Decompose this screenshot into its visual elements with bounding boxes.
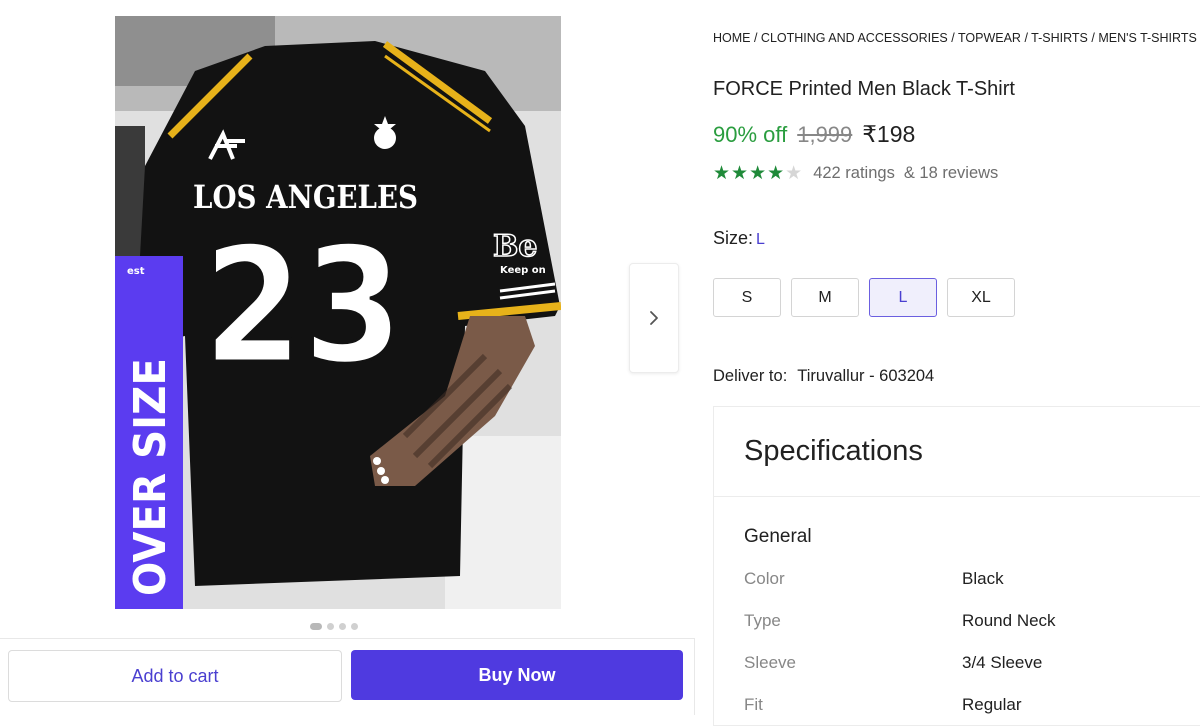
carousel-dot[interactable] [327,623,334,630]
breadcrumb-item-home[interactable]: HOME [713,31,751,45]
deliver-to-label: Deliver to: [713,367,788,385]
size-option-m[interactable]: M [791,278,859,317]
sleeve-subtext: Keep on [500,265,546,276]
price-row: 90% off 1,999 ₹198 [713,121,915,148]
divider [714,496,1200,497]
spec-value: Regular [962,695,1022,714]
next-image-button[interactable] [629,263,679,373]
star-rating-icon: ★★★★★ [713,163,804,184]
chevron-right-icon [650,311,658,325]
ratings-count: 422 ratings [813,164,895,182]
rating-row[interactable]: ★★★★★ 422 ratings & 18 reviews [713,162,998,185]
left-sleeve-text: est [127,266,145,277]
discount-badge: 90% off [713,122,788,147]
delivery-row[interactable]: Deliver to: Tiruvallur - 603204 [713,367,934,386]
spec-key: Sleeve [744,653,796,672]
add-to-cart-button[interactable]: Add to cart [8,650,342,702]
product-title: FORCE Printed Men Black T-Shirt [713,78,1015,100]
breadcrumb-item-clothing[interactable]: CLOTHING AND ACCESSORIES [761,31,948,45]
size-option-xl[interactable]: XL [947,278,1015,317]
reviews-count: & 18 reviews [903,164,999,182]
breadcrumb: HOME / CLOTHING AND ACCESSORIES / TOPWEA… [713,31,1197,45]
shirt-number: 23 [203,212,403,399]
size-option-s[interactable]: S [713,278,781,317]
spec-key: Color [744,569,785,588]
oversize-label: OVER SIZE [125,358,176,596]
spec-group-title: General [744,526,812,547]
delivery-location: Tiruvallur - 603204 [797,367,935,385]
breadcrumb-item-tshirts[interactable]: T-SHIRTS [1031,31,1088,45]
breadcrumb-item-mens-tshirts[interactable]: MEN'S T-SHIRTS [1098,31,1196,45]
specifications-title: Specifications [744,435,923,467]
spec-value: 3/4 Sleeve [962,653,1043,672]
breadcrumb-item-topwear[interactable]: TOPWEAR [958,31,1021,45]
carousel-dot[interactable] [339,623,346,630]
carousel-dots [310,623,358,630]
spec-key: Type [744,611,781,630]
spec-value: Black [962,569,1004,588]
product-image[interactable]: LOS ANGELES 23 Be Keep on est OVER SIZE [115,16,561,609]
original-price: 1,999 [797,122,853,147]
shirt-print-text: LOS ANGELES [193,178,418,216]
carousel-dot[interactable] [351,623,358,630]
spec-key: Fit [744,695,763,714]
size-selected-value: L [756,231,765,248]
size-label: Size: [713,228,754,248]
product-details: HOME / CLOTHING AND ACCESSORIES / TOPWEA… [713,0,1200,726]
carousel-dot[interactable] [310,623,322,630]
buy-now-button[interactable]: Buy Now [351,650,683,700]
spec-value: Round Neck [962,611,1056,630]
size-option-l[interactable]: L [869,278,937,317]
size-options: S M L XL [713,278,1015,317]
sleeve-print-text: Be [493,229,537,264]
size-label-row: Size: L [713,228,765,249]
action-bar: Add to cart Buy Now [0,638,695,715]
specifications-section: Specifications General Color Black Type … [713,406,1200,726]
selling-price: ₹198 [862,121,916,147]
